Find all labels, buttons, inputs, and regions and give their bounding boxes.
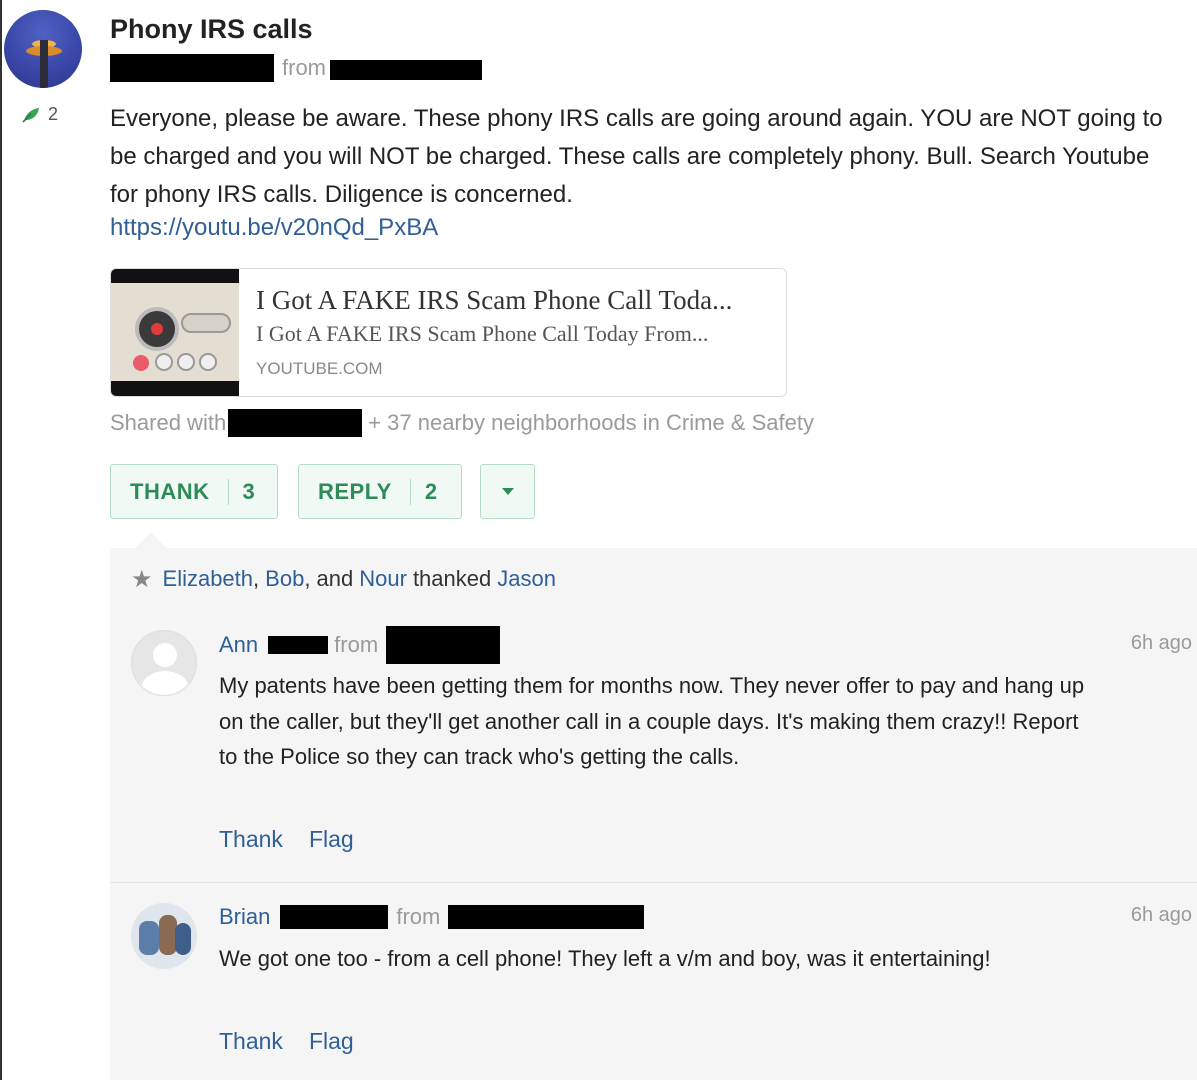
star-icon: ★ bbox=[131, 565, 153, 593]
comment-flag-link[interactable]: Flag bbox=[309, 826, 354, 853]
comment-body: My patents have been getting them for mo… bbox=[219, 673, 1085, 769]
shared-suffix[interactable]: + 37 nearby neighborhoods in Crime & Saf… bbox=[368, 410, 814, 436]
thanked-author-link[interactable]: Jason bbox=[497, 566, 556, 592]
thanks-badge: 2 bbox=[22, 104, 58, 125]
thanker-link[interactable]: Elizabeth bbox=[163, 566, 254, 592]
post-link[interactable]: https://youtu.be/v20nQd_PxBA bbox=[110, 214, 438, 242]
from-label: from bbox=[282, 55, 326, 80]
preview-description: I Got A FAKE IRS Scam Phone Call Today F… bbox=[256, 321, 709, 346]
reply-button[interactable]: REPLY 2 bbox=[298, 464, 462, 519]
caret-down-icon bbox=[501, 488, 514, 495]
comment-header: Ann from bbox=[219, 626, 501, 664]
redacted-author-name bbox=[110, 54, 274, 82]
comment-actions: Thank Flag bbox=[219, 826, 354, 853]
redacted-neighborhood bbox=[228, 409, 363, 437]
commenter-name[interactable]: Brian bbox=[219, 904, 270, 930]
shared-with: Shared with + 37 nearby neighborhoods in… bbox=[110, 408, 814, 438]
redacted-surname bbox=[268, 636, 329, 654]
comment-actions: Thank Flag bbox=[219, 1028, 354, 1055]
author-avatar[interactable] bbox=[4, 10, 82, 88]
replies-section bbox=[110, 548, 1197, 1080]
shared-prefix: Shared with bbox=[110, 410, 227, 435]
commenter-avatar[interactable] bbox=[131, 903, 197, 969]
more-options-button[interactable] bbox=[480, 464, 535, 519]
thanked-summary: ★ Elizabeth , Bob , and Nour thanked Jas… bbox=[131, 565, 556, 593]
leaf-icon bbox=[22, 107, 40, 123]
post-title[interactable]: Phony IRS calls bbox=[110, 14, 313, 45]
thanks-badge-count: 2 bbox=[48, 104, 59, 124]
comment-header: Brian from bbox=[219, 902, 645, 932]
commenter-name[interactable]: Ann bbox=[219, 632, 258, 658]
post-author-meta: from bbox=[110, 54, 482, 82]
redacted-surname bbox=[280, 905, 389, 929]
preview-domain: YOUTUBE.COM bbox=[256, 359, 383, 378]
video-thumbnail[interactable] bbox=[111, 269, 239, 396]
comment-flag-link[interactable]: Flag bbox=[309, 1028, 354, 1055]
redacted-neighborhood bbox=[386, 626, 501, 664]
reply-count: 2 bbox=[424, 478, 438, 504]
comment-thank-link[interactable]: Thank bbox=[219, 1028, 283, 1055]
redacted-neighborhood bbox=[330, 60, 482, 80]
thank-label: THANK bbox=[130, 478, 210, 504]
left-border bbox=[0, 0, 2, 1080]
link-preview-card[interactable]: I Got A FAKE IRS Scam Phone Call Toda...… bbox=[110, 268, 787, 397]
commenter-avatar[interactable] bbox=[131, 630, 197, 696]
reply-label: REPLY bbox=[318, 478, 392, 504]
comment-thank-link[interactable]: Thank bbox=[219, 826, 283, 853]
comment-divider bbox=[110, 882, 1197, 883]
thank-button[interactable]: THANK 3 bbox=[110, 464, 278, 519]
redacted-neighborhood bbox=[448, 905, 645, 929]
post-body: Everyone, please be aware. These phony I… bbox=[110, 105, 1163, 208]
thank-count: 3 bbox=[242, 478, 256, 504]
comment-body: We got one too - from a cell phone! They… bbox=[219, 946, 991, 971]
thanker-link[interactable]: Bob bbox=[265, 566, 304, 592]
thanker-link[interactable]: Nour bbox=[359, 566, 407, 592]
preview-title: I Got A FAKE IRS Scam Phone Call Toda... bbox=[256, 285, 733, 315]
comment-timestamp: 6h ago bbox=[1130, 904, 1192, 926]
comment-timestamp: 6h ago bbox=[1130, 632, 1192, 654]
